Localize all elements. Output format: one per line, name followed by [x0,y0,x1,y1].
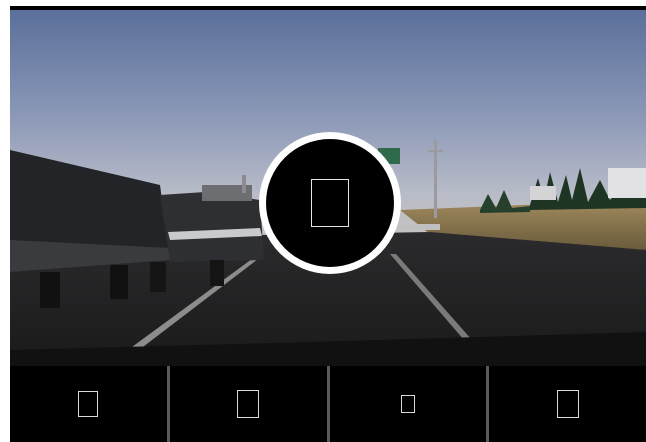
missing-glyph-icon [556,390,579,418]
control-bar [10,366,646,442]
control-button-3[interactable] [329,366,487,442]
video-player [10,6,646,442]
missing-glyph-icon [400,395,415,413]
control-button-1[interactable] [10,366,167,442]
play-button[interactable] [259,132,401,274]
missing-glyph-icon [237,390,260,418]
missing-glyph-icon [78,391,99,417]
missing-glyph-icon [311,179,349,227]
control-button-2[interactable] [169,366,327,442]
control-button-4[interactable] [489,366,646,442]
play-button-inner [266,139,394,267]
